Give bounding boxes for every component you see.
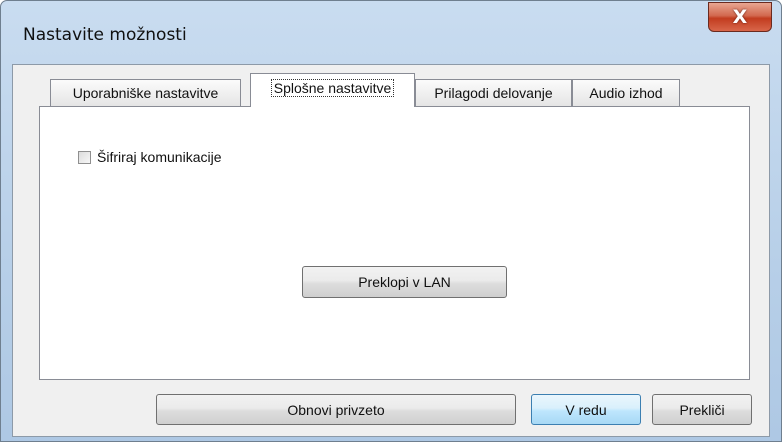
tab-customize-behavior[interactable]: Prilagodi delovanje [415,79,572,106]
ok-button[interactable]: V redu [531,394,641,425]
tab-label: Uporabniške nastavitve [72,85,219,101]
encrypt-communications-label: Šifriraj komunikacije [97,149,222,165]
tab-label: Splošne nastavitve [270,78,395,97]
tab-audio-output[interactable]: Audio izhod [572,79,680,106]
dialog-window: Nastavite možnosti X Uporabniške nastavi… [0,0,782,442]
encrypt-communications-option[interactable]: Šifriraj komunikacije [78,149,221,165]
tab-user-settings[interactable]: Uporabniške nastavitve [50,79,241,106]
tab-label: Audio izhod [589,85,663,101]
tab-panel-general: Šifriraj komunikacije Preklopi v LAN [39,106,750,380]
window-title: Nastavite možnosti [23,25,187,45]
close-icon: X [732,6,748,28]
cancel-button[interactable]: Prekliči [652,394,752,425]
switch-to-lan-button[interactable]: Preklopi v LAN [302,266,507,298]
tab-label: Prilagodi delovanje [434,85,553,101]
restore-defaults-button[interactable]: Obnovi privzeto [156,394,516,425]
tab-general-settings[interactable]: Splošne nastavitve [250,73,415,107]
encrypt-communications-checkbox[interactable] [78,150,91,164]
title-bar[interactable]: Nastavite možnosti X [1,1,781,65]
close-button[interactable]: X [708,2,772,32]
